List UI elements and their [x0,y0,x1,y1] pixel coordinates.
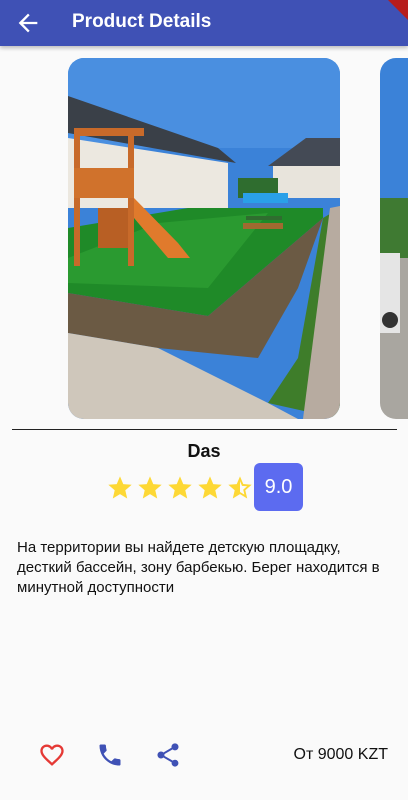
star-full-icon [198,476,222,499]
rating-badge: 9.0 [254,463,303,511]
star-full-icon [138,476,162,499]
phone-icon[interactable] [96,741,124,769]
star-full-icon [108,476,132,499]
heart-outline-icon[interactable] [38,741,66,769]
page-title: Product Details [72,11,212,32]
debug-banner [388,0,408,20]
price-label: От 9000 KZT [293,746,388,763]
back-arrow-icon[interactable] [14,9,42,37]
property-photo[interactable] [68,58,340,419]
star-half-icon [228,476,252,499]
photo-gallery[interactable] [0,58,408,420]
property-photo-next[interactable] [380,58,408,419]
app-bar: Product Details [0,0,408,46]
divider [12,429,397,430]
star-rating [106,474,254,502]
share-icon[interactable] [154,741,182,769]
star-full-icon [168,476,192,499]
product-description: На территории вы найдете детскую площадк… [17,539,380,596]
product-name: Das [187,441,221,461]
bottom-action-bar: От 9000 KZT [0,735,408,775]
